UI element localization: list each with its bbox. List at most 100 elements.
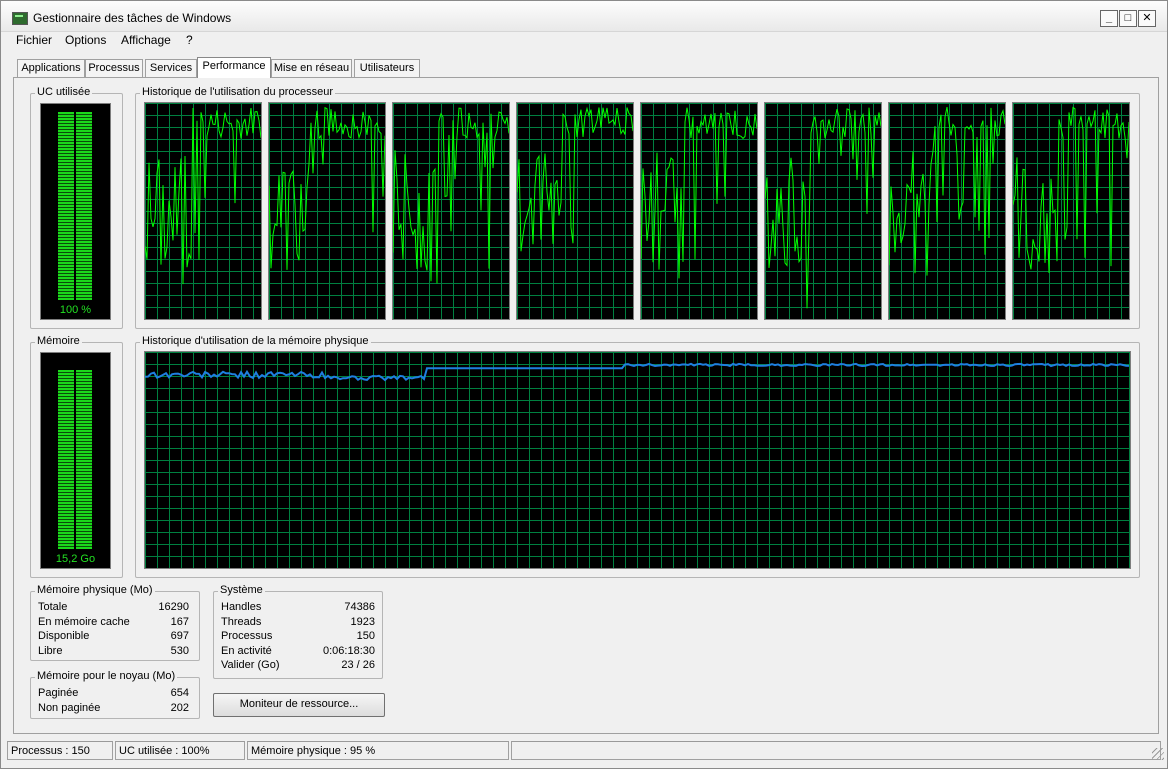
stat-row: Paginée 654 (38, 687, 189, 701)
stat-row: Libre 530 (38, 645, 189, 659)
stat-value: 697 (170, 630, 189, 642)
memory-meter-fill (58, 370, 92, 549)
stat-name: Valider (Go) (221, 659, 280, 671)
task-manager-window: Gestionnaire des tâches de Windows _ □ ✕… (0, 0, 1168, 769)
cpu-usage-label: UC utilisée (35, 86, 93, 98)
physical-memory-group: Mémoire physique (Mo) Totale 16290 En mém… (30, 584, 200, 661)
task-manager-icon (12, 12, 28, 25)
cpu-core-graph (640, 102, 758, 320)
cpu-usage-line (641, 107, 757, 279)
memory-meter: 15,2 Go (40, 352, 111, 569)
title-bar[interactable]: Gestionnaire des tâches de Windows _ □ ✕ (1, 1, 1167, 32)
cpu-usage-line (889, 107, 1005, 276)
stat-value: 167 (170, 616, 189, 628)
cpu-core-chart (517, 103, 633, 319)
stat-value: 74386 (344, 601, 375, 613)
cpu-usage-line (145, 107, 261, 285)
stat-row: Handles 74386 (221, 601, 375, 615)
cpu-usage-meter: 100 % (40, 103, 111, 320)
memory-label: Mémoire (35, 335, 82, 347)
window-title: Gestionnaire des tâches de Windows (33, 11, 232, 25)
tab-applications[interactable]: Applications (17, 59, 85, 77)
cpu-core-chart (269, 103, 385, 319)
cpu-usage-line (393, 107, 509, 284)
cpu-history-label: Historique de l'utilisation du processeu… (140, 86, 336, 98)
kernel-memory-group: Mémoire pour le noyau (Mo) Paginée 654 No… (30, 670, 200, 719)
cpu-history-group: Historique de l'utilisation du processeu… (135, 86, 1140, 329)
cpu-core-chart (145, 103, 261, 319)
stat-row: Totale 16290 (38, 601, 189, 615)
stat-row: Processus 150 (221, 630, 375, 644)
status-bar: Processus : 150 UC utilisée : 100% Mémoi… (1, 741, 1167, 767)
stat-name: En activité (221, 645, 272, 657)
status-cpu: UC utilisée : 100% (115, 741, 245, 760)
stat-name: En mémoire cache (38, 616, 130, 628)
stat-name: Non paginée (38, 702, 101, 714)
cpu-core-graph (516, 102, 634, 320)
stat-value: 16290 (158, 601, 189, 613)
minimize-icon[interactable]: _ (1100, 10, 1118, 27)
cpu-usage-line (765, 107, 881, 309)
graph-grid (145, 352, 1130, 568)
stat-value: 1923 (350, 616, 375, 628)
stat-row: Threads 1923 (221, 616, 375, 630)
cpu-usage-line (1013, 106, 1129, 274)
cpu-core-chart (393, 103, 509, 319)
cpu-usage-line (269, 106, 385, 270)
status-empty (511, 741, 1161, 760)
cpu-core-graph (1012, 102, 1130, 320)
memory-value: 15,2 Go (55, 553, 96, 565)
kernel-memory-label: Mémoire pour le noyau (Mo) (35, 670, 178, 682)
cpu-core-chart (765, 103, 881, 319)
stat-name: Paginée (38, 687, 79, 699)
stat-name: Handles (221, 601, 262, 613)
stat-value: 23 / 26 (341, 659, 375, 671)
close-icon[interactable]: ✕ (1138, 10, 1156, 27)
cpu-core-graph (144, 102, 262, 320)
stat-value: 654 (170, 687, 189, 699)
cpu-meter-fill (58, 112, 92, 300)
cpu-usage-group: UC utilisée 100 % (30, 86, 123, 329)
cpu-core-chart (641, 103, 757, 319)
cpu-core-chart (889, 103, 1005, 319)
cpu-usage-line (517, 106, 633, 252)
memory-history-group: Historique d'utilisation de la mémoire p… (135, 335, 1140, 578)
status-processes: Processus : 150 (7, 741, 113, 760)
stat-value: 150 (356, 630, 375, 642)
stat-row: Valider (Go) 23 / 26 (221, 659, 375, 673)
stat-row: Disponible 697 (38, 630, 189, 644)
stat-row: En mémoire cache 167 (38, 616, 189, 630)
menu-fichier[interactable]: Fichier (16, 33, 52, 47)
stat-name: Libre (38, 645, 63, 657)
stat-name: Totale (38, 601, 68, 613)
menu-affichage[interactable]: Affichage (121, 33, 171, 47)
graph-grid (269, 103, 385, 319)
tab-utilisateurs[interactable]: Utilisateurs (354, 59, 420, 77)
menu-options[interactable]: Options (65, 33, 106, 47)
memory-history-label: Historique d'utilisation de la mémoire p… (140, 335, 371, 347)
stat-name: Processus (221, 630, 273, 642)
system-label: Système (218, 584, 265, 596)
menu-help[interactable]: ? (186, 33, 193, 47)
resource-monitor-button[interactable]: Moniteur de ressource... (213, 693, 385, 717)
memory-history-chart (145, 352, 1130, 568)
stat-value: 530 (170, 645, 189, 657)
stat-row: Non paginée 202 (38, 702, 189, 716)
resize-grip-icon[interactable] (1152, 748, 1164, 760)
cpu-core-graph (764, 102, 882, 320)
tab-services[interactable]: Services (145, 59, 197, 77)
stat-row: En activité 0:06:18:30 (221, 645, 375, 659)
stat-value: 0:06:18:30 (323, 645, 375, 657)
memory-history-graph (144, 351, 1131, 569)
menu-bar: Fichier Options Affichage ? (1, 31, 1167, 51)
tab-mise-en-reseau[interactable]: Mise en réseau (271, 59, 352, 77)
maximize-icon[interactable]: □ (1119, 10, 1137, 27)
memory-group: Mémoire 15,2 Go (30, 335, 123, 578)
stat-name: Threads (221, 616, 262, 628)
physical-memory-label: Mémoire physique (Mo) (35, 584, 155, 596)
cpu-core-graph (392, 102, 510, 320)
tab-performance[interactable]: Performance (197, 57, 271, 78)
status-memory: Mémoire physique : 95 % (247, 741, 509, 760)
stat-value: 202 (170, 702, 189, 714)
tab-processus[interactable]: Processus (85, 59, 143, 77)
